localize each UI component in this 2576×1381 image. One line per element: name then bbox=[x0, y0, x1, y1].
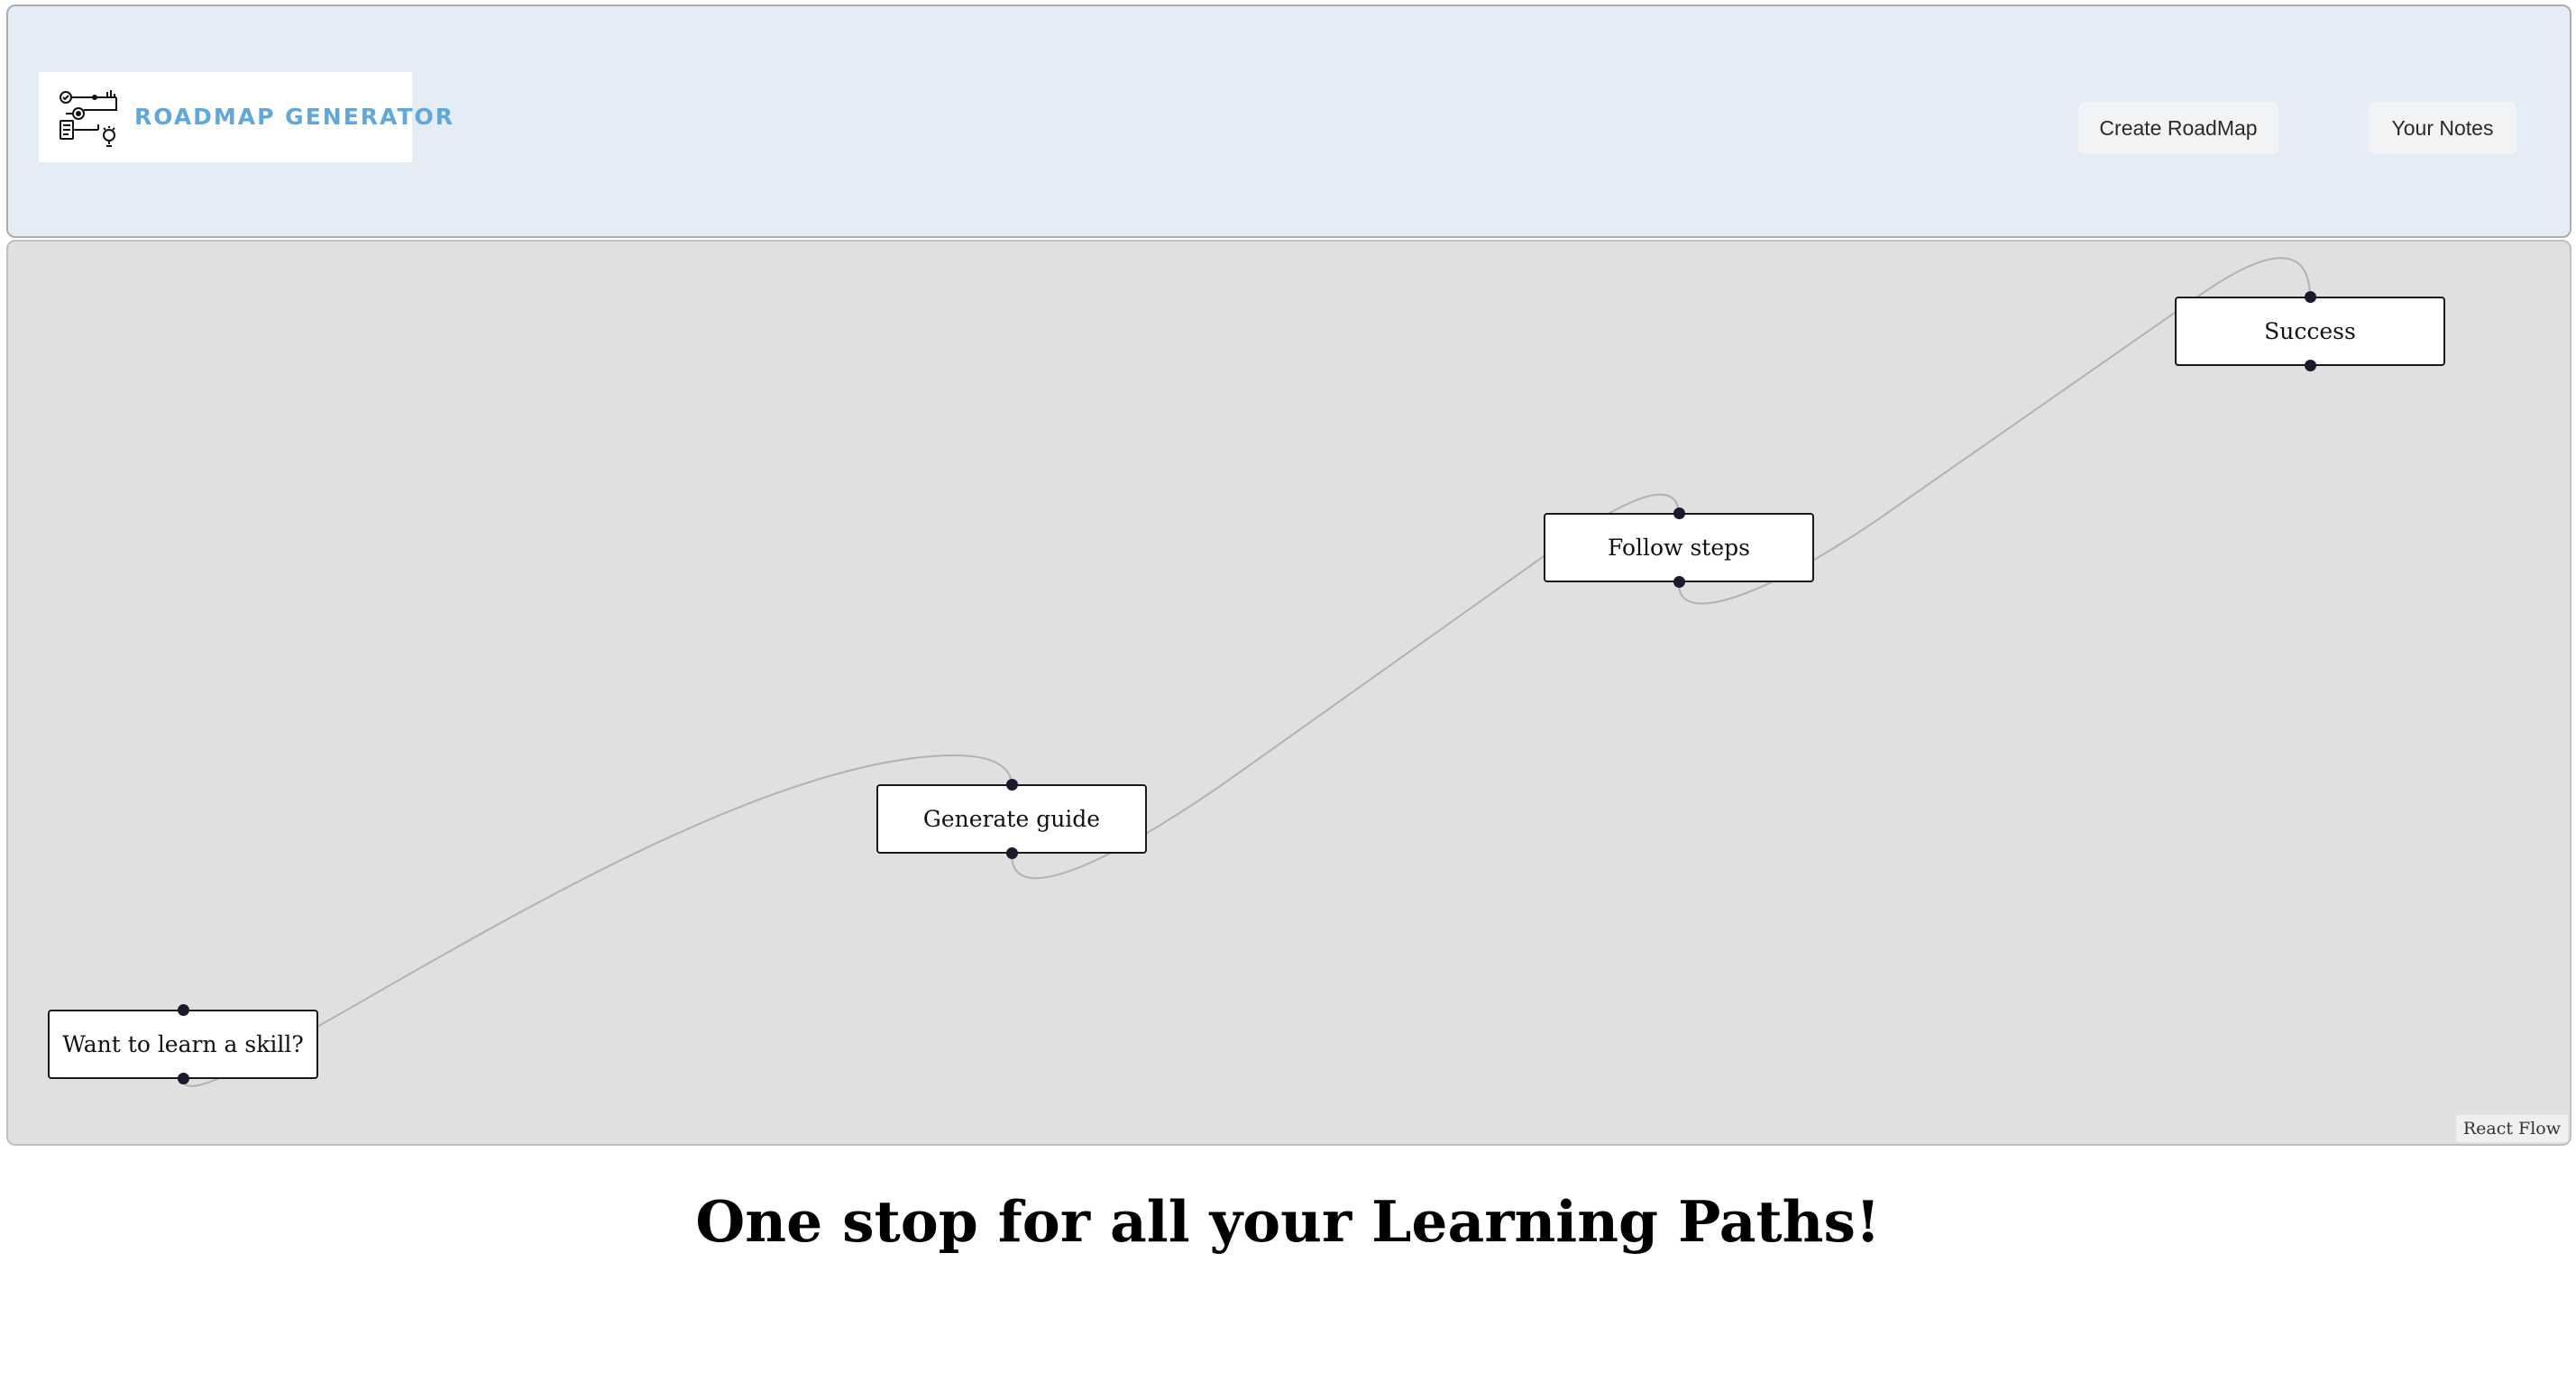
node-target-handle[interactable] bbox=[1673, 508, 1685, 519]
flow-edges bbox=[182, 257, 2311, 1087]
node-source-handle[interactable] bbox=[1673, 576, 1685, 588]
logo[interactable]: ROADMAP GENERATOR bbox=[39, 72, 453, 162]
node-target-handle[interactable] bbox=[1005, 779, 1018, 791]
page-tagline: One stop for all your Learning Paths! bbox=[695, 1188, 1881, 1255]
logo-text: ROADMAP GENERATOR bbox=[134, 104, 454, 130]
node-target-handle[interactable] bbox=[177, 1004, 189, 1016]
node-source-handle[interactable] bbox=[1005, 847, 1018, 859]
node-source-handle[interactable] bbox=[2304, 360, 2316, 371]
node-label: Generate guide bbox=[922, 806, 1101, 832]
flow-node-generate-guide[interactable]: Generate guide bbox=[876, 779, 1147, 859]
flow-canvas[interactable]: Want to learn a skill? Generate guide Fo… bbox=[6, 240, 2571, 1146]
node-label: Success bbox=[2264, 318, 2356, 344]
app-header: ROADMAP GENERATOR Create RoadMap Your No… bbox=[6, 5, 2571, 238]
flow-node-success[interactable]: Success bbox=[2175, 291, 2445, 371]
flow-node-follow-steps[interactable]: Follow steps bbox=[1544, 508, 1814, 588]
roadmap-process-icon bbox=[60, 90, 117, 147]
node-source-handle[interactable] bbox=[177, 1073, 189, 1084]
node-target-handle[interactable] bbox=[2304, 291, 2316, 303]
node-label: Follow steps bbox=[1608, 535, 1750, 561]
create-roadmap-button[interactable]: Create RoadMap bbox=[2078, 102, 2278, 154]
flow-node-want-to-learn[interactable]: Want to learn a skill? bbox=[48, 1004, 318, 1084]
react-flow-attribution[interactable]: React Flow bbox=[2455, 1115, 2568, 1142]
node-label: Want to learn a skill? bbox=[62, 1031, 304, 1057]
your-notes-button[interactable]: Your Notes bbox=[2369, 102, 2516, 154]
